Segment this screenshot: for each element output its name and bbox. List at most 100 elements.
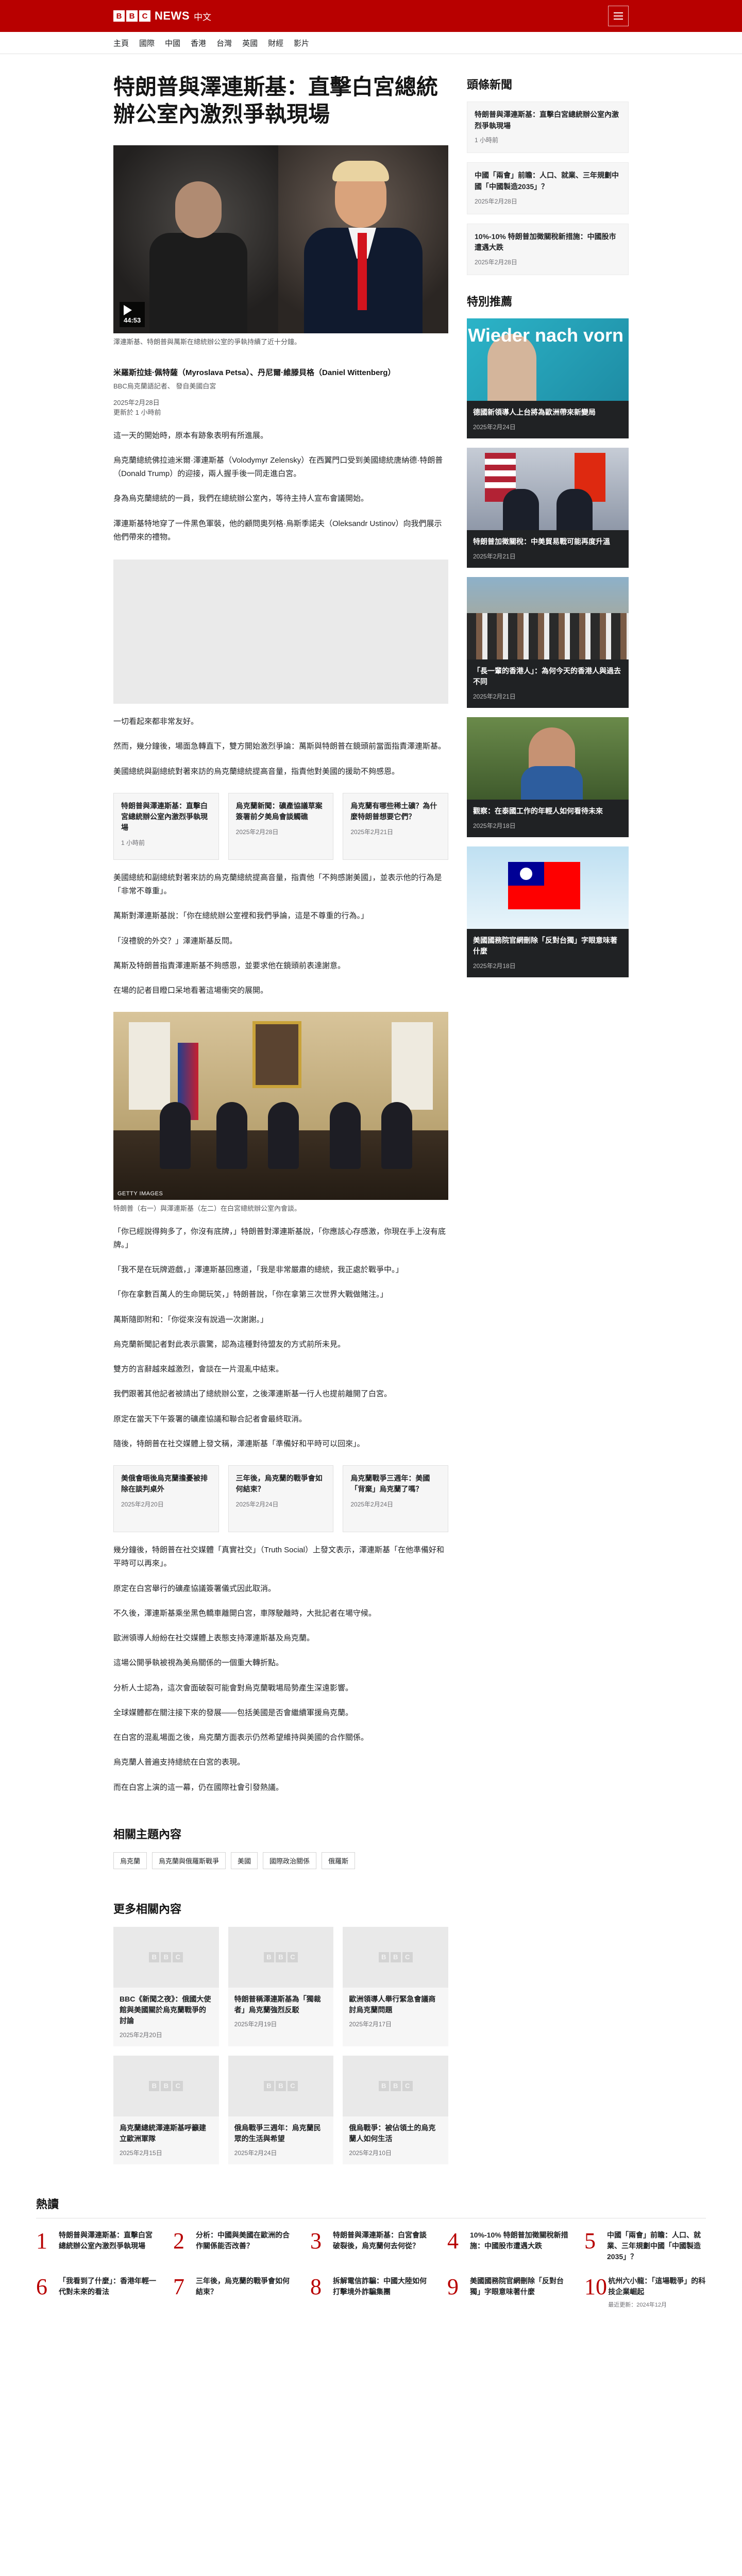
nav-item-china[interactable]: 中國 bbox=[165, 38, 180, 48]
topic-tag[interactable]: 俄羅斯 bbox=[322, 1852, 356, 1869]
video-duration: 44:53 bbox=[124, 316, 141, 324]
most-read-item[interactable]: 10 杭州六小龍：「這場戰爭」的科技企業崛起 最近更新：2024年12月 bbox=[584, 2275, 706, 2309]
more-card[interactable]: BBC 俄烏戰爭三週年：烏克蘭民眾的生活與希望 2025年2月24日 bbox=[228, 2055, 334, 2164]
nav-item-uk[interactable]: 英國 bbox=[242, 38, 258, 48]
more-card[interactable]: BBC 歐洲領導人舉行緊急會議商討烏克蘭問題 2025年2月17日 bbox=[343, 1926, 448, 2046]
article-paragraph: 在白宮的混亂場面之後，烏克蘭方面表示仍然希望維持與美國的合作關係。 bbox=[113, 1733, 369, 1742]
article-paragraph: 「你在拿數百萬人的生命開玩笑，」特朗普說，「你在拿第三次世界大戰做賭注。」 bbox=[113, 1290, 388, 1299]
related-card[interactable]: 三年後，烏克蘭的戰爭會如何結束？ 2025年2月24日 bbox=[228, 1465, 334, 1533]
article-paragraph: 然而，幾分鐘後，場面急轉直下，雙方開始激烈爭論：萬斯與特朗普在鏡頭前當面指責澤連… bbox=[113, 742, 446, 751]
article-paragraph: 萬斯及特朗普指責澤連斯基不夠感恩，並要求他在鏡頭前表達謝意。 bbox=[113, 961, 346, 970]
hero-video: 44:53 澤連斯基、特朗普與萬斯在總統辦公室的爭執持續了近十分鐘。 bbox=[113, 145, 448, 347]
more-card[interactable]: BBC BBC《新聞之夜》：俄國大使館與美國關於烏克蘭戰爭的討論 2025年2月2… bbox=[113, 1926, 219, 2046]
oval-office-photo: GETTY IMAGES 特朗普（右一）與澤連斯基（左二）在白宮總統辦公室內會談… bbox=[113, 1012, 448, 1213]
most-read-item[interactable]: 5 中國「兩會」前瞻：人口、就業、三年規劃中國「中國製造2035」？ bbox=[584, 2228, 706, 2262]
rank-number: 5 bbox=[584, 2228, 596, 2253]
advertisement-placeholder bbox=[113, 560, 448, 704]
article-paragraph: 美國總統和副總統對著來訪的烏克蘭總統提高音量，指責他「不夠感謝美國」，並表示他的… bbox=[113, 873, 442, 896]
most-read-item[interactable]: 3 特朗普與澤連斯基：白宮會談破裂後，烏克蘭何去何從？ bbox=[310, 2228, 432, 2262]
hamburger-icon bbox=[614, 12, 623, 20]
bbc-placeholder-thumbnail: BBC bbox=[113, 2055, 219, 2116]
rank-number: 8 bbox=[310, 2274, 322, 2299]
article-paragraph: 美國總統與副總統對著來訪的烏克蘭總統提高音量，指責他對美國的援助不夠感恩。 bbox=[113, 767, 400, 776]
article-paragraph: 原定在白宮舉行的礦產協議簽署儀式因此取消。 bbox=[113, 1584, 276, 1593]
more-card[interactable]: BBC 俄烏戰爭：被佔領土的烏克蘭人如何生活 2025年2月10日 bbox=[343, 2055, 448, 2164]
byline-organization: BBC烏克蘭語記者、 發自美國白宮 bbox=[113, 382, 216, 390]
top-story-card[interactable]: 特朗普與澤連斯基：直擊白宮總統辦公室內激烈爭執現場 1 小時前 bbox=[467, 101, 629, 154]
nav-item-hongkong[interactable]: 香港 bbox=[191, 38, 206, 48]
rank-number: 3 bbox=[310, 2228, 322, 2253]
nav-item-home[interactable]: 主頁 bbox=[113, 38, 129, 48]
more-card[interactable]: BBC 特朗普稱澤連斯基為「獨裁者」烏克蘭強烈反駁 2025年2月19日 bbox=[228, 1926, 334, 2046]
featured-card[interactable]: Wieder nach vorn 德國新領導人上台將為歐洲帶來新變局 2025年… bbox=[467, 318, 629, 438]
featured-image: Wieder nach vorn bbox=[467, 318, 629, 401]
topic-tag[interactable]: 烏克蘭與俄羅斯戰爭 bbox=[152, 1852, 226, 1869]
play-button[interactable]: 44:53 bbox=[120, 302, 145, 327]
article-paragraph: 身為烏克蘭總統的一員，我們在總統辦公室內，等待主持人宣布會議開始。 bbox=[113, 494, 369, 503]
brand-news-label: NEWS bbox=[155, 9, 190, 22]
most-read-title: 熱讀 bbox=[36, 2195, 706, 2218]
article-paragraph: 而在白宮上演的這一幕，仍在國際社會引發熱議。 bbox=[113, 1783, 284, 1792]
more-card[interactable]: BBC 烏克蘭總統澤連斯基呼籲建立歐洲軍隊 2025年2月15日 bbox=[113, 2055, 219, 2164]
featured-card[interactable]: 「長一輩的香港人」：為何今天的香港人與過去不同 2025年2月21日 bbox=[467, 577, 629, 708]
most-read-item[interactable]: 8 拆解電信詐騙：中國大陸如何打擊境外詐騙集團 bbox=[310, 2274, 432, 2309]
featured-image bbox=[467, 577, 629, 659]
bbc-placeholder-thumbnail: BBC bbox=[343, 2055, 448, 2116]
hero-caption: 澤連斯基、特朗普與萬斯在總統辦公室的爭執持續了近十分鐘。 bbox=[113, 338, 301, 346]
most-read-item[interactable]: 9 美國國務院官網刪除「反對台獨」字眼意味著什麼 bbox=[447, 2274, 569, 2309]
most-read-item[interactable]: 1 特朗普與澤連斯基：直擊白宮總統辦公室內激烈爭執現場 bbox=[36, 2229, 158, 2262]
most-read-item[interactable]: 6 「我看到了什麼」：香港年輕一代對未來的看法 bbox=[36, 2275, 158, 2309]
most-read: 熱讀 1 特朗普與澤連斯基：直擊白宮總統辦公室內激烈爭執現場 2 分析：中國與美國在… bbox=[36, 2195, 706, 2345]
related-card[interactable]: 烏克蘭戰爭三週年：美國「背棄」烏克蘭了嗎？ 2025年2月24日 bbox=[343, 1465, 449, 1533]
related-topics-title: 相關主題內容 bbox=[113, 1828, 182, 1841]
featured-card[interactable]: 觀察：在泰國工作的年輕人如何看待未來 2025年2月18日 bbox=[467, 717, 629, 837]
nav-item-video[interactable]: 影片 bbox=[294, 38, 309, 48]
more-content-title: 更多相關內容 bbox=[113, 1903, 182, 1916]
featured-image bbox=[467, 846, 629, 929]
inline-related-links-2: 美俄會晤後烏克蘭擔憂被排除在談判桌外 2025年2月20日 三年後，烏克蘭的戰爭… bbox=[113, 1465, 449, 1533]
nav-item-finance[interactable]: 財經 bbox=[268, 38, 283, 48]
rank-number: 7 bbox=[173, 2274, 184, 2299]
nav-item-international[interactable]: 國際 bbox=[139, 38, 155, 48]
related-card[interactable]: 特朗普與澤連斯基：直擊白宮總統辦公室內激烈爭執現場 1 小時前 bbox=[113, 792, 219, 860]
updated-time: 更新於 1 小時前 bbox=[113, 409, 161, 417]
related-card[interactable]: 烏克蘭新聞：礦產協議草案簽署前夕美烏會談觸礁 2025年2月28日 bbox=[228, 792, 334, 860]
rank-number: 4 bbox=[447, 2228, 459, 2253]
hero-video-player[interactable]: 44:53 bbox=[113, 145, 448, 333]
byline-authors: 米羅斯拉娃·佩特薩（Myroslava Petsa）、丹尼爾·維滕貝格（Dani… bbox=[113, 368, 396, 378]
rank-number: 9 bbox=[447, 2274, 459, 2299]
section-nav: 主頁 國際 中國 香港 台灣 英國 財經 影片 bbox=[0, 32, 742, 54]
bbc-news-logo[interactable]: B B C NEWS 中文 bbox=[113, 9, 211, 23]
nav-item-taiwan[interactable]: 台灣 bbox=[216, 38, 232, 48]
featured-card[interactable]: 美國國務院官網刪除「反對台獨」字眼意味著什麼 2025年2月18日 bbox=[467, 846, 629, 977]
related-card[interactable]: 烏克蘭有哪些稀土礦？為什麼特朗普想要它們？ 2025年2月21日 bbox=[343, 792, 449, 860]
most-read-item[interactable]: 4 10%-10% 特朗普加徵關稅新措施：中國股市遭遇大跌 bbox=[447, 2228, 569, 2262]
article-paragraph: 我們跟著其他記者被請出了總統辦公室，之後澤連斯基一行人也提前離開了白宮。 bbox=[113, 1389, 392, 1399]
bbc-placeholder-thumbnail: BBC bbox=[113, 1926, 219, 1988]
menu-button[interactable] bbox=[608, 6, 629, 26]
rank-number: 2 bbox=[173, 2228, 184, 2253]
article-paragraph: 隨後，特朗普在社交媒體上發文稱，澤連斯基「準備好和平時可以回來」。 bbox=[113, 1439, 365, 1448]
photo-caption: 特朗普（右一）與澤連斯基（左二）在白宮總統辦公室內會談。 bbox=[113, 1205, 301, 1213]
most-read-item[interactable]: 7 三年後，烏克蘭的戰爭會如何結束？ bbox=[173, 2274, 295, 2309]
article-paragraph: 不久後，澤連斯基乘坐黑色轎車離開白宮，車隊駛離時，大批記者在場守候。 bbox=[113, 1608, 377, 1618]
more-content-grid: BBC BBC《新聞之夜》：俄國大使館與美國關於烏克蘭戰爭的討論 2025年2月2… bbox=[113, 1926, 448, 2164]
topic-tag[interactable]: 國際政治關係 bbox=[263, 1852, 317, 1869]
topic-tag[interactable]: 美國 bbox=[231, 1852, 258, 1869]
top-story-card[interactable]: 10%-10% 特朗普加徵關稅新措施：中國股市遭遇大跌 2025年2月28日 bbox=[467, 223, 629, 276]
article-paragraph: 萬斯對澤連斯基說：「你在總統辦公室裡和我們爭論，這是不尊重的行為。」 bbox=[113, 911, 369, 921]
article-paragraph: 原定在當天下午簽署的礦產協議和聯合記者會最終取消。 bbox=[113, 1414, 307, 1423]
featured-card[interactable]: 特朗普加徵關稅：中美貿易戰可能再度升溫 2025年2月21日 bbox=[467, 447, 629, 568]
article-paragraph: 全球媒體都在關注接下來的發展——包括美國是否會繼續軍援烏克蘭。 bbox=[113, 1708, 353, 1717]
play-icon bbox=[124, 305, 132, 315]
article-paragraph: 「我不是在玩牌遊戲，」澤連斯基回應道，「我是非常嚴肅的總統，我正處於戰爭中。」 bbox=[113, 1265, 403, 1275]
article-title: 特朗普與澤連斯基：直擊白宮總統辦公室內激烈爭執現場 bbox=[113, 74, 439, 127]
article-paragraph: 歐洲領導人紛紛在社交媒體上表態支持澤連斯基及烏克蘭。 bbox=[113, 1634, 315, 1643]
topic-tag[interactable]: 烏克蘭 bbox=[113, 1852, 147, 1869]
most-read-item[interactable]: 2 分析：中國與美國在歐洲的合作關係能否改善？ bbox=[173, 2228, 295, 2262]
top-story-card[interactable]: 中國「兩會」前瞻：人口、就業、三年規劃中國「中國製造2035」？ 2025年2月… bbox=[467, 162, 629, 214]
article: 特朗普與澤連斯基：直擊白宮總統辦公室內激烈爭執現場 44:53 澤連斯基、特朗普… bbox=[113, 74, 449, 2164]
related-card[interactable]: 美俄會晤後烏克蘭擔憂被排除在談判桌外 2025年2月20日 bbox=[113, 1465, 219, 1533]
article-paragraph: 「沒禮貌的外交？」澤連斯基反問。 bbox=[113, 936, 238, 945]
oval-office-image: GETTY IMAGES bbox=[113, 1012, 448, 1200]
